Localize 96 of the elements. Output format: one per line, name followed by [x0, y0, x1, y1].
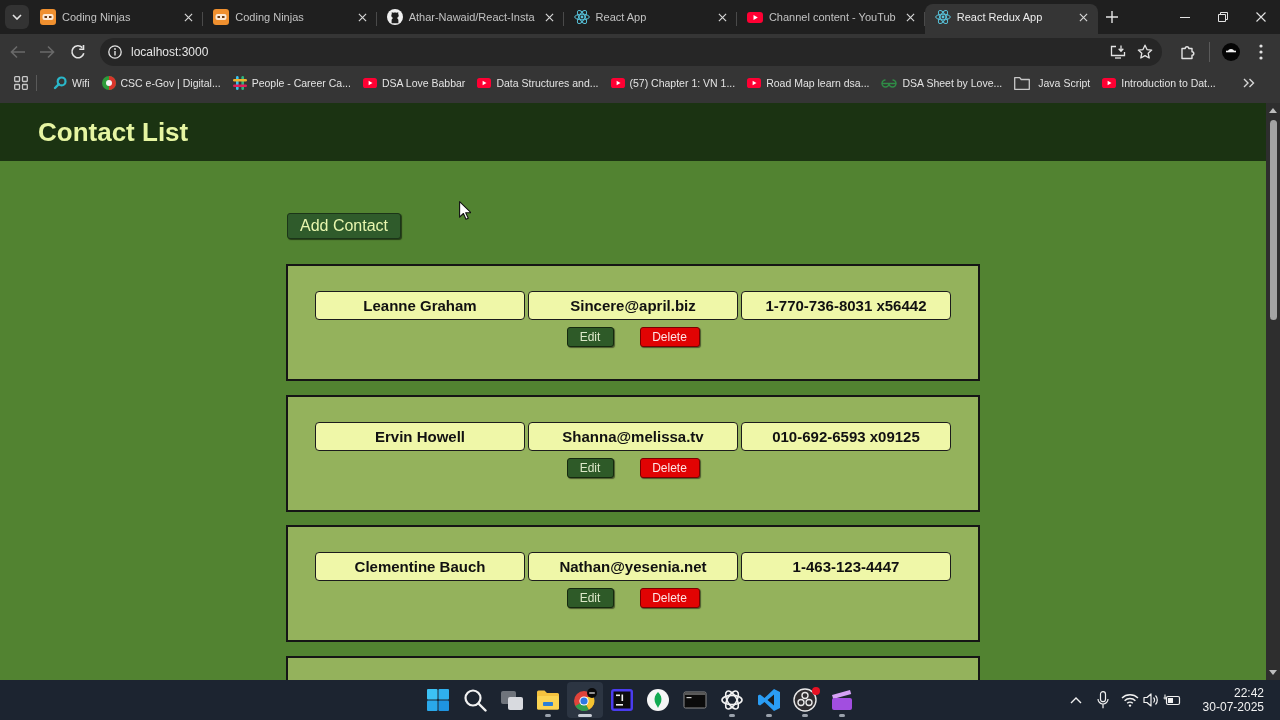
bookmark[interactable]: CSC e-Gov | Digital...: [95, 70, 227, 96]
battery-icon[interactable]: [1162, 694, 1181, 706]
browser-tab[interactable]: Coding Ninjas: [30, 4, 204, 34]
hash-logo-icon: [232, 76, 247, 90]
mouse-pointer-icon: [459, 201, 471, 220]
folder-icon: [536, 688, 561, 712]
overlapping-windows-icon: [499, 688, 524, 712]
terminal-icon: [683, 688, 708, 712]
chevron-down-icon: [12, 14, 22, 20]
minimize-icon[interactable]: [1180, 16, 1190, 18]
contact-phone: 010-692-6593 x09125: [741, 421, 951, 451]
info-icon[interactable]: [108, 45, 122, 59]
address-bar[interactable]: localhost:3000: [100, 38, 1162, 66]
angled-ribbon-icon: [756, 688, 781, 712]
bookmark[interactable]: Introduction to Dat...: [1096, 70, 1222, 96]
browser-tab[interactable]: React App: [563, 4, 737, 34]
delete-button[interactable]: Delete: [639, 588, 700, 608]
play-button-icon: [610, 78, 625, 88]
cat-logo-icon: [386, 9, 403, 25]
close-icon[interactable]: [905, 12, 915, 22]
tricolor-circle-icon: [573, 688, 598, 712]
close-icon[interactable]: [717, 12, 727, 22]
close-icon[interactable]: [184, 12, 194, 22]
close-icon[interactable]: [544, 12, 554, 22]
scrollbar-thumb[interactable]: [1269, 120, 1277, 320]
contact-name: Ervin Howell: [315, 421, 525, 451]
edit-button[interactable]: Edit: [566, 457, 614, 478]
restore-icon[interactable]: [1218, 12, 1228, 22]
four-panes-icon: [426, 688, 451, 712]
reload-icon[interactable]: [70, 44, 86, 60]
mask-logo-icon: [40, 9, 56, 25]
bookmark[interactable]: Data Structures and...: [471, 70, 605, 96]
play-button-icon: [477, 78, 492, 88]
atom-icon: [573, 9, 590, 25]
contact-email: Shanna@melissa.tv: [528, 421, 738, 451]
folder-icon: [1014, 76, 1031, 90]
linked-arcs-icon: [881, 78, 898, 88]
close-icon[interactable]: [1079, 12, 1088, 22]
star-icon[interactable]: [1137, 44, 1153, 60]
play-button-icon: [746, 11, 763, 23]
puzzle-piece-icon[interactable]: [1180, 44, 1196, 60]
contact-email: Nathan@yesenia.net: [528, 552, 738, 581]
tab-search-button[interactable]: [5, 5, 29, 29]
chevron-up-icon[interactable]: [1069, 696, 1082, 704]
clapperboard-icon: [829, 688, 854, 712]
contact-email: Sincere@april.biz: [528, 291, 738, 320]
apps-grid-icon[interactable]: [14, 76, 28, 90]
square-logo-icon: [609, 688, 634, 712]
magnifier-logo-icon: [53, 76, 67, 90]
delete-button[interactable]: Delete: [639, 327, 700, 347]
monitor-download-icon[interactable]: [1110, 45, 1126, 59]
contact-name: Leanne Graham: [315, 291, 525, 320]
bookmark[interactable]: Wifi: [47, 70, 96, 96]
search-icon: [463, 688, 488, 712]
close-icon[interactable]: [357, 12, 367, 22]
atom-icon: [934, 9, 951, 25]
menu-icon[interactable]: [1259, 44, 1263, 60]
edit-button[interactable]: Edit: [566, 327, 614, 347]
microphone-icon[interactable]: [1096, 691, 1109, 709]
double-chevron-icon[interactable]: [1243, 78, 1255, 88]
knot-icon: [719, 688, 744, 712]
play-button-icon: [362, 78, 377, 88]
swirl-circle-icon: [793, 688, 818, 712]
scroll-down-icon[interactable]: [1269, 670, 1277, 675]
circle-logo-icon: [101, 76, 116, 90]
add-contact-button[interactable]: Add Contact: [287, 213, 402, 239]
scroll-up-icon[interactable]: [1269, 108, 1277, 113]
bookmark[interactable]: Java Script: [1008, 70, 1097, 96]
leaf-icon: [646, 688, 671, 712]
contact-phone: 1-463-123-4447: [741, 552, 951, 581]
taskbar-button[interactable]: [566, 682, 604, 718]
bookmark[interactable]: People - Career Ca...: [226, 70, 357, 96]
delete-button[interactable]: Delete: [639, 457, 700, 478]
browser-tab[interactable]: React Redux App: [924, 4, 1098, 34]
bookmark[interactable]: Road Map learn dsa...: [741, 70, 876, 96]
contact-phone: 1-770-736-8031 x56442: [741, 291, 951, 320]
mask-logo-icon: [213, 9, 230, 25]
clock-date[interactable]: 30-07-2025: [1202, 700, 1264, 714]
play-button-icon: [747, 78, 762, 88]
browser-tab[interactable]: Athar-Nawaid/React-Insta: [376, 4, 564, 34]
scrollbar[interactable]: [1266, 103, 1280, 680]
close-icon[interactable]: [1256, 12, 1266, 22]
contact-name: Clementine Bauch: [315, 552, 525, 581]
clock-time[interactable]: 22:42: [1233, 686, 1264, 700]
play-button-icon: [1102, 78, 1117, 88]
browser-tab[interactable]: Coding Ninjas: [203, 4, 377, 34]
page-title: Contact List: [38, 117, 189, 147]
wifi-icon[interactable]: [1120, 693, 1139, 707]
bookmark[interactable]: DSA Sheet by Love...: [875, 70, 1009, 96]
bookmark[interactable]: (57) Chapter 1: VN 1...: [604, 70, 742, 96]
speaker-icon[interactable]: [1142, 693, 1159, 707]
plus-icon[interactable]: [1106, 11, 1118, 23]
browser-tab[interactable]: Channel content - YouTub: [736, 4, 925, 34]
edit-button[interactable]: Edit: [566, 588, 614, 608]
bookmark[interactable]: DSA Love Babbar: [356, 70, 472, 96]
profile-avatar-icon[interactable]: [1222, 43, 1240, 61]
